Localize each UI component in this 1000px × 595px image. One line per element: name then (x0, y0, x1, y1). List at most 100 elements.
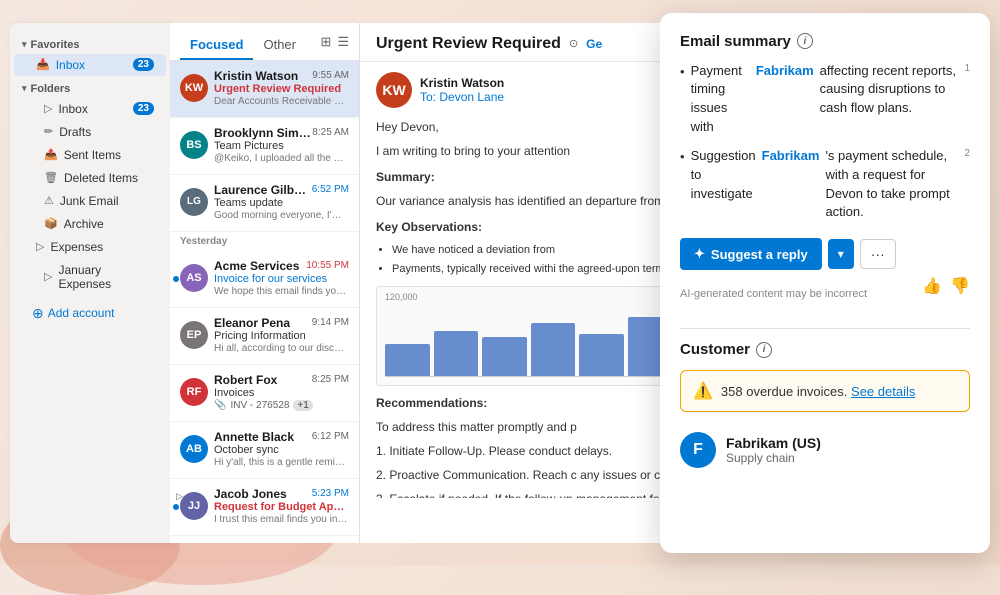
inbox-fav-badge: 23 (133, 58, 154, 71)
date-divider: Yesterday (170, 232, 359, 251)
see-details-link[interactable]: See details (851, 384, 915, 399)
email-meta: Eleanor Pena 9:14 PM Pricing Information… (214, 316, 349, 354)
suggest-dropdown-button[interactable]: ▾ (828, 239, 854, 269)
deleted-label: Deleted Items (64, 171, 138, 185)
email-sender: Robert Fox (214, 373, 277, 387)
expenses-label: Expenses (50, 240, 103, 254)
jan-expenses-label: January Expenses (58, 263, 154, 291)
list-item[interactable]: ▷ DR Dianne Russell 5:20 PM Monthly Fina… (170, 536, 359, 543)
bullet1-footnote: 1 (964, 62, 970, 137)
inbox-label: Inbox (58, 102, 87, 116)
chart-label: 120,000 (385, 291, 418, 305)
filter-icon[interactable]: ☰ (337, 34, 349, 50)
email-sender: Kristin Watson (214, 69, 298, 83)
sidebar-item-junk[interactable]: ⚠ Junk Email (14, 190, 166, 212)
sender-avatar: KW (376, 72, 412, 108)
folders-section[interactable]: ▾ Folders (10, 77, 170, 97)
email-preview: @Keiko, I uploaded all the pictures fr..… (214, 153, 349, 164)
suggest-icon: ✦ (694, 246, 705, 262)
ai-summary-label: Email summary (680, 33, 791, 50)
sidebar-item-drafts[interactable]: ✏ Drafts (14, 121, 166, 143)
sidebar-item-inbox[interactable]: ▷ Inbox 23 (14, 98, 166, 120)
bullet2-mid: 's payment schedule, with a request for … (825, 147, 956, 222)
email-meta: Robert Fox 8:25 PM Invoices 📎 INV - 2765… (214, 373, 349, 411)
avatar: JJ (180, 492, 208, 520)
tab-other[interactable]: Other (253, 31, 306, 60)
list-item[interactable]: ▷ JJ Jacob Jones 5:23 PM Request for Bud… (170, 479, 359, 536)
attachment-icon: 📎 (214, 400, 226, 411)
jan-expenses-expand-icon: ▷ (44, 270, 52, 283)
email-time: 5:23 PM (312, 488, 349, 499)
add-account-button[interactable]: ⊕ Add account (10, 299, 170, 326)
sidebar-item-jan-expenses[interactable]: ▷ January Expenses (14, 259, 166, 295)
customer-info-icon[interactable]: i (756, 342, 772, 358)
email-sender: Annette Black (214, 430, 294, 444)
suggest-reply-section: ✦ Suggest a reply ▾ ··· (680, 238, 970, 270)
inbox-icon: 📥 (36, 58, 50, 71)
favorites-section[interactable]: ▾ Favorites (10, 33, 170, 53)
customer-sub: Supply chain (726, 451, 821, 465)
sidebar-item-archive[interactable]: 📦 Archive (14, 213, 166, 235)
list-item[interactable]: RF Robert Fox 8:25 PM Invoices 📎 INV - 2… (170, 365, 359, 422)
from-name: Kristin Watson (420, 76, 504, 90)
ge-action[interactable]: Ge (586, 37, 602, 51)
chart-bar (385, 344, 430, 377)
list-item[interactable]: EP Eleanor Pena 9:14 PM Pricing Informat… (170, 308, 359, 365)
email-from-details: Kristin Watson To: Devon Lane (420, 76, 504, 104)
email-meta: Annette Black 6:12 PM October sync Hi y'… (214, 430, 349, 468)
ai-bullet-2: Suggestion to investigate Fabrikam's pay… (680, 147, 970, 222)
email-title-text: Urgent Review Required (376, 35, 561, 53)
chart-bar (579, 334, 624, 377)
unread-indicator (173, 276, 179, 282)
drafts-icon: ✏ (44, 125, 53, 138)
bullet1-brand[interactable]: Fabrikam (756, 62, 814, 137)
warning-icon: ⚠️ (693, 381, 713, 401)
email-subject: Invoices (214, 387, 349, 399)
sidebar-item-sent[interactable]: 📤 Sent Items (14, 144, 166, 166)
ai-bullets: Payment timing issues with Fabrikam affe… (680, 62, 970, 223)
email-list-panel: Focused Other ⊞ ☰ KW Kristin Watson 9:55… (170, 23, 360, 543)
panel-divider (680, 328, 970, 329)
suggest-reply-label: Suggest a reply (711, 247, 808, 262)
sidebar-item-deleted[interactable]: 🗑 Deleted Items (14, 167, 166, 189)
thumbs-down-button[interactable]: 👎 (950, 276, 970, 296)
avatar: EP (180, 321, 208, 349)
more-options-button[interactable]: ··· (860, 239, 896, 269)
chart-bar (434, 331, 479, 376)
bullet1-post: affecting recent reports, causing disrup… (820, 62, 957, 137)
thumbs-up-button[interactable]: 👍 (922, 276, 942, 296)
to-name: Devon Lane (439, 90, 504, 104)
inbox-badge: 23 (133, 102, 154, 115)
sent-label: Sent Items (64, 148, 121, 162)
bullet2-pre: Suggestion to investigate (691, 147, 756, 222)
email-preview: We hope this email finds you well. Ple..… (214, 286, 349, 297)
info-icon[interactable]: i (797, 33, 813, 49)
avatar: AB (180, 435, 208, 463)
inbox-fav-label: Inbox (56, 58, 85, 72)
unread-indicator (173, 504, 179, 510)
email-subject: Teams update (214, 197, 349, 209)
list-item[interactable]: AS Acme Services 10:55 PM Invoice for ou… (170, 251, 359, 308)
tab-focused[interactable]: Focused (180, 31, 253, 60)
customer-title-label: Customer (680, 341, 750, 358)
deleted-icon: 🗑 (44, 171, 58, 184)
email-sender: Brooklynn Simmons (214, 126, 312, 140)
sidebar-item-inbox-fav[interactable]: 📥 Inbox 23 (14, 54, 166, 76)
list-item[interactable]: BS Brooklynn Simmons 8:25 AM Team Pictur… (170, 118, 359, 175)
ai-feedback-buttons: 👍 👎 (922, 276, 970, 296)
email-subject: Urgent Review Required (214, 83, 349, 95)
list-item[interactable]: LG Laurence Gilbertson 6:52 PM Teams upd… (170, 175, 359, 232)
bullet2-brand[interactable]: Fabrikam (762, 147, 820, 222)
avatar: LG (180, 188, 208, 216)
list-item[interactable]: KW Kristin Watson 9:55 AM Urgent Review … (170, 61, 359, 118)
sidebar-item-expenses[interactable]: ▷ Expenses (14, 236, 166, 258)
email-time: 9:55 AM (312, 70, 349, 81)
list-item[interactable]: AB Annette Black 6:12 PM October sync Hi… (170, 422, 359, 479)
compose-icon[interactable]: ⊞ (320, 34, 331, 50)
email-preview: Dear Accounts Receivable Manager... (214, 96, 349, 107)
customer-card: F Fabrikam (US) Supply chain (680, 424, 970, 476)
ai-disclaimer: AI-generated content may be incorrect (680, 288, 867, 300)
email-meta: Kristin Watson 9:55 AM Urgent Review Req… (214, 69, 349, 107)
suggest-reply-button[interactable]: ✦ Suggest a reply (680, 238, 822, 270)
email-time: 8:25 PM (312, 374, 349, 385)
